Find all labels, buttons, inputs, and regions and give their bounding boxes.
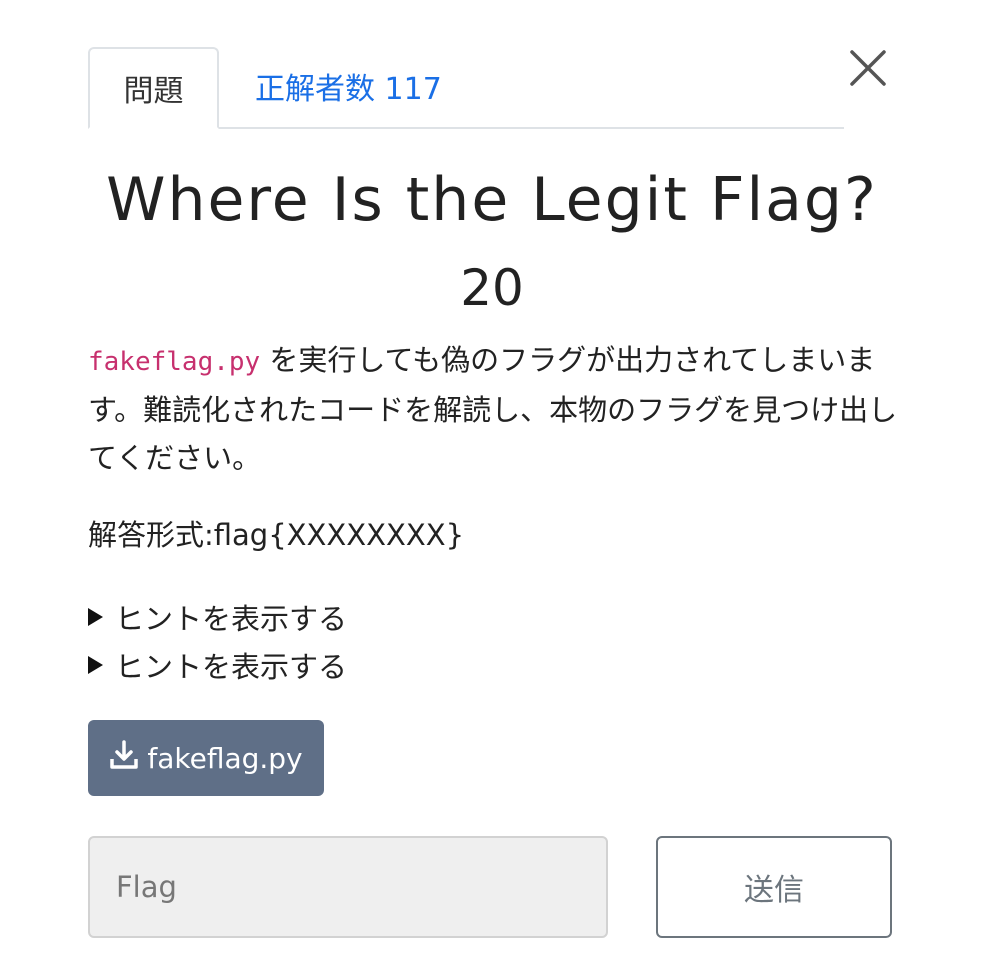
answer-format: 解答形式:flag{XXXXXXXX} — [88, 518, 465, 552]
hint-label: ヒントを表示する — [115, 650, 348, 684]
file-name-code: fakeflag.py — [88, 347, 261, 377]
triangle-right-icon — [88, 656, 103, 674]
download-label: fakeflag.py — [147, 741, 303, 775]
challenge-points: 20 — [460, 259, 524, 317]
close-icon[interactable] — [848, 48, 888, 88]
hint-toggle-1[interactable]: ヒントを表示する — [88, 596, 347, 638]
challenge-tabs: 問題 正解者数 117 — [88, 44, 844, 129]
challenge-title: Where Is the Legit Flag? — [106, 165, 878, 235]
submit-button[interactable]: 送信 — [656, 836, 892, 938]
flag-input[interactable] — [88, 836, 608, 938]
triangle-right-icon — [88, 608, 103, 626]
tab-challenge[interactable]: 問題 — [88, 47, 219, 129]
tab-solves[interactable]: 正解者数 117 — [219, 45, 478, 127]
hint-toggle-2[interactable]: ヒントを表示する — [88, 644, 347, 686]
download-icon — [109, 739, 139, 777]
hint-label: ヒントを表示する — [115, 602, 348, 636]
challenge-description: fakeflag.py を実行しても偽のフラグが出力されてしまいます。難読化され… — [88, 336, 898, 482]
download-button[interactable]: fakeflag.py — [88, 720, 324, 796]
